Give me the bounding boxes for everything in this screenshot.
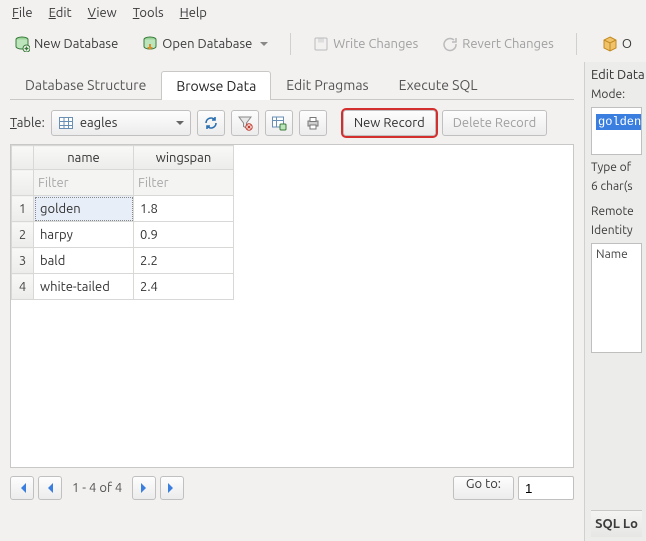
side-heading: Edit Data bbox=[591, 68, 642, 82]
data-grid[interactable]: name wingspan Filter Filter 1 golden 1.8 bbox=[10, 144, 574, 468]
pager: 1 - 4 of 4 Go to: bbox=[10, 468, 574, 500]
table-row[interactable]: 4 white-tailed 2.4 bbox=[12, 274, 234, 300]
menu-view[interactable]: View bbox=[80, 2, 125, 24]
table-select[interactable]: eagles bbox=[51, 110, 191, 136]
cell-wingspan[interactable]: 2.2 bbox=[134, 248, 234, 274]
table-row[interactable]: 2 harpy 0.9 bbox=[12, 222, 234, 248]
goto-input[interactable] bbox=[518, 476, 574, 500]
type-line-1: Type of bbox=[591, 161, 642, 174]
pager-last-button[interactable] bbox=[160, 476, 184, 500]
chevron-down-icon bbox=[176, 121, 184, 129]
sql-log-button[interactable]: SQL Lo bbox=[591, 510, 642, 537]
identity-label: Identity bbox=[591, 224, 642, 237]
row-header[interactable]: 4 bbox=[12, 274, 34, 300]
cell-wingspan[interactable]: 1.8 bbox=[134, 196, 234, 222]
side-panel: Edit Data Mode: golden Type of 6 char(s … bbox=[584, 62, 646, 541]
toolbar-right-partial[interactable]: O bbox=[596, 32, 638, 56]
print-button[interactable] bbox=[299, 110, 327, 136]
save-icon bbox=[313, 36, 329, 52]
cell-editor[interactable]: golden bbox=[591, 107, 642, 155]
filter-row-header bbox=[12, 170, 34, 196]
refresh-icon bbox=[203, 115, 219, 131]
table-row[interactable]: 1 golden 1.8 bbox=[12, 196, 234, 222]
menu-edit[interactable]: Edit bbox=[41, 2, 80, 24]
table-row[interactable]: 3 bald 2.2 bbox=[12, 248, 234, 274]
save-data-button[interactable] bbox=[265, 110, 293, 136]
delete-record-button: Delete Record bbox=[442, 110, 548, 136]
skip-first-icon bbox=[14, 480, 30, 496]
cell-name[interactable]: golden bbox=[34, 196, 134, 222]
new-database-button[interactable]: New Database bbox=[8, 32, 124, 56]
grid-corner bbox=[12, 146, 34, 170]
table-label: Table: bbox=[10, 116, 45, 130]
pager-first-button[interactable] bbox=[10, 476, 34, 500]
toolbar-separator-2 bbox=[576, 33, 577, 55]
skip-last-icon bbox=[164, 480, 180, 496]
next-icon bbox=[136, 480, 152, 496]
remote-label: Remote bbox=[591, 205, 642, 218]
database-new-icon bbox=[14, 36, 30, 52]
revert-changes-button: Revert Changes bbox=[436, 32, 560, 56]
main-panel: Database Structure Browse Data Edit Prag… bbox=[0, 62, 584, 541]
menu-file[interactable]: File bbox=[4, 2, 41, 24]
row-header[interactable]: 1 bbox=[12, 196, 34, 222]
mode-label: Mode: bbox=[591, 88, 642, 101]
cell-wingspan[interactable]: 0.9 bbox=[134, 222, 234, 248]
cube-icon bbox=[602, 36, 618, 52]
tab-edit-pragmas[interactable]: Edit Pragmas bbox=[271, 70, 383, 99]
main-toolbar: New Database Open Database Write Changes… bbox=[0, 26, 646, 62]
type-line-2: 6 char(s bbox=[591, 180, 642, 193]
goto-button[interactable]: Go to: bbox=[453, 476, 514, 500]
database-open-icon bbox=[142, 36, 158, 52]
row-header[interactable]: 2 bbox=[12, 222, 34, 248]
table-icon bbox=[58, 115, 74, 131]
prev-icon bbox=[42, 480, 58, 496]
funnel-clear-icon bbox=[237, 115, 253, 131]
cell-name[interactable]: harpy bbox=[34, 222, 134, 248]
column-header-name[interactable]: name bbox=[34, 146, 134, 170]
new-record-button[interactable]: New Record bbox=[343, 110, 436, 136]
tab-database-structure[interactable]: Database Structure bbox=[10, 70, 161, 99]
open-database-button[interactable]: Open Database bbox=[136, 32, 274, 56]
pager-prev-button[interactable] bbox=[38, 476, 62, 500]
revert-icon bbox=[442, 36, 458, 52]
identity-list[interactable]: Name bbox=[591, 243, 642, 353]
refresh-button[interactable] bbox=[197, 110, 225, 136]
filter-wingspan[interactable]: Filter bbox=[134, 170, 234, 196]
cell-editor-text: golden bbox=[596, 114, 642, 130]
menubar: File Edit View Tools Help bbox=[0, 0, 646, 26]
row-header[interactable]: 3 bbox=[12, 248, 34, 274]
menu-help[interactable]: Help bbox=[172, 2, 215, 24]
table-select-value: eagles bbox=[80, 116, 170, 130]
menu-tools[interactable]: Tools bbox=[125, 2, 172, 24]
pager-next-button[interactable] bbox=[132, 476, 156, 500]
identity-name-header: Name bbox=[596, 248, 637, 261]
cell-wingspan[interactable]: 2.4 bbox=[134, 274, 234, 300]
clear-filters-button[interactable] bbox=[231, 110, 259, 136]
column-header-wingspan[interactable]: wingspan bbox=[134, 146, 234, 170]
toolbar-separator bbox=[290, 33, 291, 55]
print-icon bbox=[305, 115, 321, 131]
write-changes-button: Write Changes bbox=[307, 32, 424, 56]
table-toolbar: Table: eagles New Record Delete R bbox=[10, 100, 574, 144]
tabstrip: Database Structure Browse Data Edit Prag… bbox=[10, 70, 574, 100]
pager-status: 1 - 4 of 4 bbox=[66, 481, 128, 495]
table-save-icon bbox=[271, 115, 287, 131]
cell-name[interactable]: white-tailed bbox=[34, 274, 134, 300]
cell-name[interactable]: bald bbox=[34, 248, 134, 274]
tab-browse-data[interactable]: Browse Data bbox=[161, 71, 271, 100]
filter-name[interactable]: Filter bbox=[34, 170, 134, 196]
tab-execute-sql[interactable]: Execute SQL bbox=[384, 70, 493, 99]
